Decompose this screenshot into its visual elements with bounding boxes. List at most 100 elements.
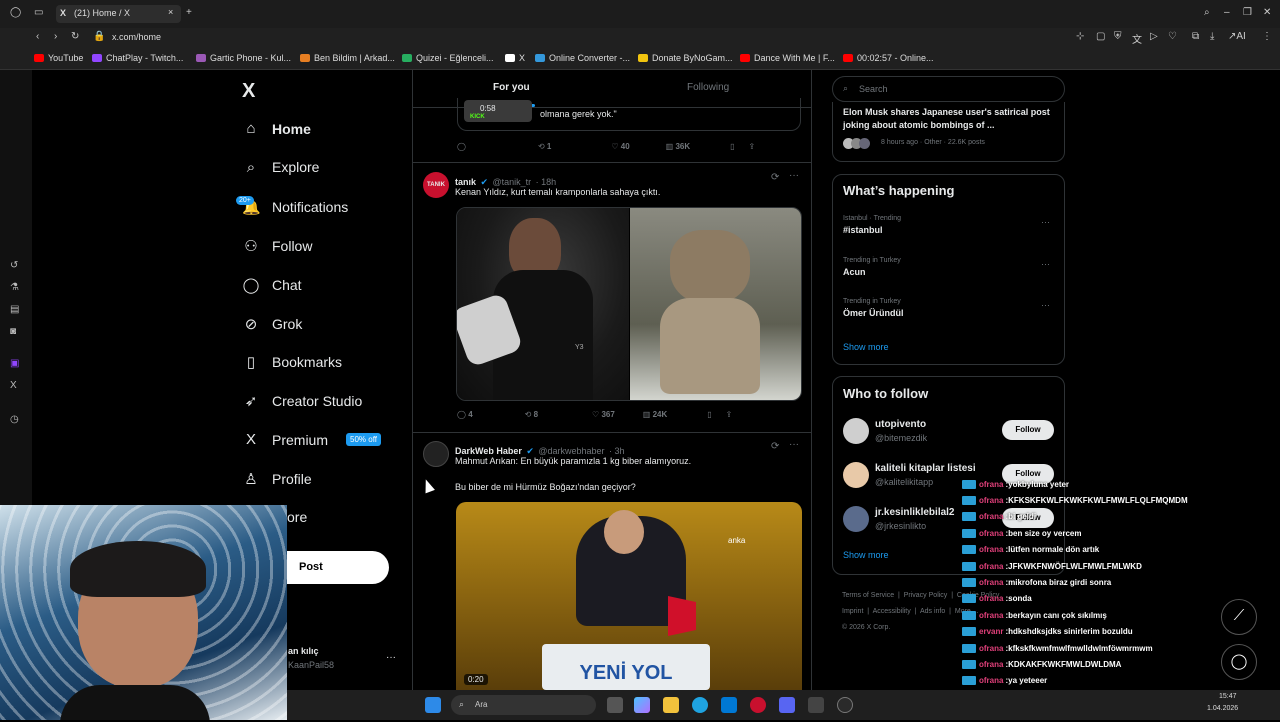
clock-time[interactable]: 15:47: [1219, 693, 1237, 700]
close-window-icon[interactable]: ✕: [1263, 7, 1271, 18]
tweet1-media[interactable]: Y3: [456, 207, 802, 401]
follow-avatar[interactable]: [843, 506, 869, 532]
pin-icon[interactable]: ⊹: [1076, 31, 1084, 42]
views-button[interactable]: ▥ 24K: [643, 410, 667, 419]
tweet2-video[interactable]: anka YENİ YOL 0:20: [456, 502, 802, 690]
reload-icon[interactable]: ↻: [71, 31, 79, 42]
tab-following[interactable]: Following: [687, 82, 729, 93]
bookmark-item[interactable]: Ben Bildim | Arkad...: [300, 53, 395, 63]
grok-tweet-icon[interactable]: ⟳: [771, 172, 779, 183]
edge-icon[interactable]: [692, 697, 708, 713]
footer-terms[interactable]: Terms of Service: [842, 592, 894, 599]
trend-more-icon[interactable]: ···: [1041, 259, 1050, 269]
x-logo-icon[interactable]: X: [242, 80, 255, 103]
share-icon[interactable]: ⇪: [726, 410, 733, 419]
nav-item-notifications[interactable]: 🔔 Notifications: [242, 198, 348, 216]
footer-accessibility[interactable]: Accessibility: [873, 608, 911, 615]
windows-start-icon[interactable]: [425, 697, 441, 713]
clock-date[interactable]: 1.04.2026: [1207, 705, 1238, 712]
trend-item[interactable]: Trending in Turkey Acun ···: [843, 257, 1055, 277]
search-input[interactable]: Search ⌕: [832, 76, 1065, 102]
tweet2-time[interactable]: · 3h: [609, 446, 625, 456]
nav-item-home[interactable]: ⌂ Home: [242, 120, 310, 137]
grok-float-icon[interactable]: ⟋: [1221, 599, 1257, 635]
close-tab-icon[interactable]: ×: [168, 7, 173, 17]
nav-item-explore[interactable]: ⌕ Explore: [242, 159, 320, 176]
nav-item-premium[interactable]: X Premium 50% off: [242, 431, 381, 448]
bookmark-item[interactable]: Quizei - Eğlenceli...: [402, 53, 494, 63]
bookmark-icon[interactable]: ▯: [707, 410, 711, 419]
tweet2-handle[interactable]: @darkwebhaber: [538, 446, 604, 456]
store-icon[interactable]: [721, 697, 737, 713]
maximize-icon[interactable]: ❐: [1243, 7, 1252, 18]
tweet1-name[interactable]: tanık: [455, 177, 476, 187]
flask-icon[interactable]: ⚗: [10, 282, 19, 293]
copilot-icon[interactable]: [634, 697, 650, 713]
bookmark-item[interactable]: 00:02:57 - Online...: [843, 53, 934, 63]
bookmark-item[interactable]: YouTube: [34, 53, 83, 63]
trends-show-more[interactable]: Show more: [843, 342, 889, 352]
tweet2-avatar[interactable]: [423, 441, 449, 467]
nav-item-profile[interactable]: ♙ Profile: [242, 470, 311, 488]
messenger-icon[interactable]: ◙: [10, 326, 16, 337]
new-tab-icon[interactable]: +: [186, 7, 192, 18]
history-icon[interactable]: ↺: [10, 260, 18, 271]
follow-name[interactable]: kaliteli kitaplar listesi: [875, 463, 976, 474]
file-explorer-icon[interactable]: [663, 697, 679, 713]
tweet2-name[interactable]: DarkWeb Haber: [455, 446, 522, 456]
bookmark-item[interactable]: Gartic Phone - Kul...: [196, 53, 291, 63]
back-icon[interactable]: ‹: [36, 31, 39, 42]
translate-icon[interactable]: 文: [1132, 31, 1142, 46]
follow-name[interactable]: utopivento: [875, 419, 926, 430]
minimize-icon[interactable]: –: [1224, 7, 1230, 18]
tweet1-avatar[interactable]: TANIK: [423, 172, 449, 198]
forward-icon[interactable]: ›: [54, 31, 57, 42]
menu-icon[interactable]: ⋮: [1262, 31, 1272, 42]
tweet-more-icon[interactable]: ···: [789, 439, 799, 450]
footer-ads[interactable]: Ads info: [920, 608, 945, 615]
follow-avatar[interactable]: [843, 418, 869, 444]
follow-show-more[interactable]: Show more: [843, 550, 889, 560]
like-button[interactable]: ♡ 367: [592, 410, 615, 419]
bookmark-icon[interactable]: ▯: [730, 142, 734, 151]
tab-list-icon[interactable]: ▭: [34, 7, 43, 18]
share-icon[interactable]: ⇪: [749, 142, 756, 151]
heart-icon[interactable]: ♡: [1168, 31, 1177, 42]
shield-icon[interactable]: ⛨: [1114, 31, 1122, 42]
like-button[interactable]: ♡ 40: [611, 142, 629, 151]
url-field[interactable]: x.com/home: [112, 32, 161, 42]
twitch-icon[interactable]: ▣: [10, 358, 19, 369]
retweet-button[interactable]: ⟲ 8: [525, 410, 538, 419]
opera-logo-icon[interactable]: ◯: [10, 7, 21, 18]
trend-item[interactable]: Istanbul · Trending #istanbul ···: [843, 215, 1055, 235]
account-more-icon[interactable]: ···: [386, 652, 396, 663]
search-icon[interactable]: ⌕: [1204, 7, 1210, 18]
chat-float-icon[interactable]: ◯: [1221, 644, 1257, 680]
opera-icon[interactable]: [750, 697, 766, 713]
footer-imprint[interactable]: Imprint: [842, 608, 863, 615]
bookmark-item[interactable]: X: [505, 53, 525, 63]
download-icon[interactable]: ⤓: [1210, 31, 1214, 42]
snapshot-icon[interactable]: ▢: [1096, 31, 1105, 42]
trend-item[interactable]: Trending in Turkey Ömer Üründül ···: [843, 298, 1055, 318]
nav-item-ore[interactable]: ore: [287, 509, 307, 525]
taskbar-search[interactable]: Ara: [451, 695, 596, 715]
quoted-tweet[interactable]: 0:58 KICK olmana gerek yok.": [457, 98, 801, 131]
bookmark-item[interactable]: Dance With Me | F...: [740, 53, 835, 63]
nav-item-follow[interactable]: ⚇ Follow: [242, 237, 312, 255]
obs-icon[interactable]: [837, 697, 853, 713]
discord-icon[interactable]: [779, 697, 795, 713]
follow-name[interactable]: jr.kesinliklebilal2: [875, 507, 955, 518]
grok-tweet-icon[interactable]: ⟳: [771, 441, 779, 452]
nav-item-creator-studio[interactable]: ➶ Creator Studio: [242, 392, 363, 410]
ai-button[interactable]: ↗AI: [1228, 31, 1246, 42]
tab-for-you[interactable]: For you: [493, 82, 530, 93]
footer-privacy[interactable]: Privacy Policy: [904, 592, 948, 599]
nav-item-chat[interactable]: ◯ Chat: [242, 276, 302, 294]
follow-avatar[interactable]: [843, 462, 869, 488]
reply-icon[interactable]: ◯: [457, 142, 466, 151]
x-dock-icon[interactable]: X: [10, 380, 17, 391]
bookmark-item[interactable]: Donate ByNoGam...: [638, 53, 733, 63]
task-view-icon[interactable]: [607, 697, 623, 713]
tweet-more-icon[interactable]: ···: [789, 170, 799, 181]
